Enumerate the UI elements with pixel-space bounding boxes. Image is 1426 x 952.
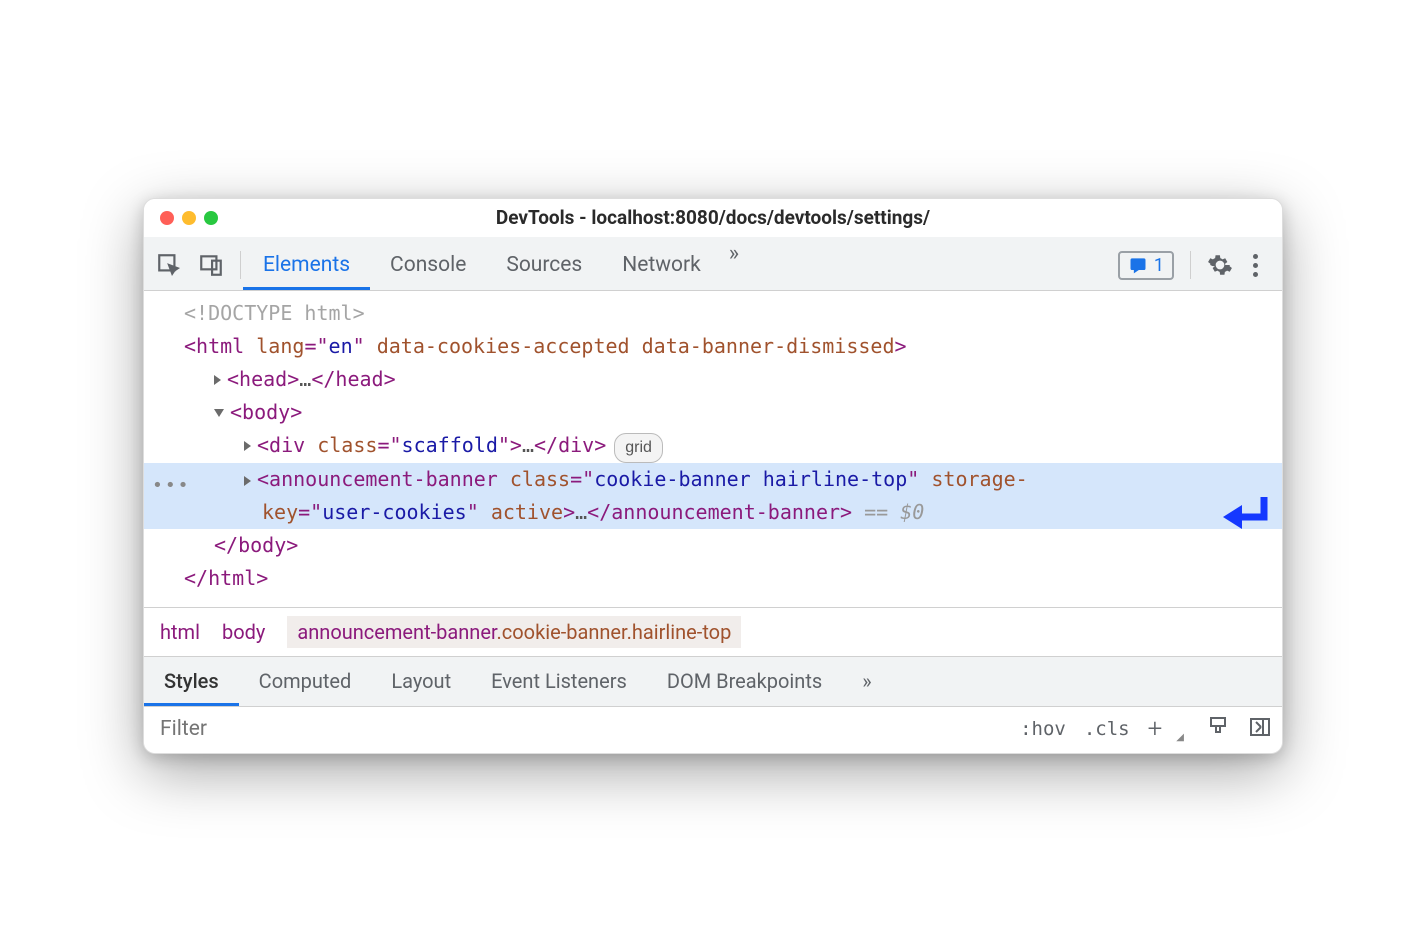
styles-actions: :hov .cls +◢ (1020, 714, 1272, 744)
breadcrumb-body[interactable]: body (222, 620, 265, 644)
maximize-window-button[interactable] (204, 211, 218, 225)
dom-html-open[interactable]: <html lang="en" data-cookies-accepted da… (144, 330, 1282, 363)
dom-body-open[interactable]: <body> (144, 396, 1282, 429)
window-title: DevTools - localhost:8080/docs/devtools/… (496, 206, 930, 229)
computed-panel-toggle-icon[interactable] (1248, 715, 1272, 744)
issues-count: 1 (1154, 255, 1164, 276)
toolbar-right: 1 (1118, 251, 1270, 280)
dom-div-scaffold[interactable]: <div class="scaffold">…</div>grid (144, 429, 1282, 463)
toggle-cls-button[interactable]: .cls (1084, 718, 1130, 740)
close-window-button[interactable] (160, 211, 174, 225)
titlebar: DevTools - localhost:8080/docs/devtools/… (144, 199, 1282, 237)
settings-gear-icon[interactable] (1207, 252, 1233, 278)
inspect-element-icon[interactable] (156, 252, 182, 278)
tab-layout[interactable]: Layout (371, 657, 471, 706)
more-tabs-icon[interactable]: » (721, 241, 747, 290)
gutter-dots-icon[interactable]: ••• (152, 471, 191, 501)
tab-event-listeners[interactable]: Event Listeners (471, 657, 647, 706)
kebab-menu-icon[interactable] (1247, 254, 1264, 277)
toolbar-left (156, 252, 238, 278)
collapse-arrow-icon[interactable] (214, 409, 224, 417)
main-toolbar: Elements Console Sources Network » 1 (144, 237, 1282, 291)
breadcrumb: html body announcement-banner.cookie-ban… (144, 607, 1282, 656)
sidebar-tabs: Styles Computed Layout Event Listeners D… (144, 656, 1282, 706)
devtools-window: DevTools - localhost:8080/docs/devtools/… (143, 198, 1283, 754)
new-style-rule-icon[interactable]: + (1148, 714, 1163, 744)
dom-body-close[interactable]: </body> (144, 529, 1282, 562)
dom-html-close[interactable]: </html> (144, 562, 1282, 595)
tab-computed[interactable]: Computed (239, 657, 372, 706)
dom-doctype[interactable]: <!DOCTYPE html> (144, 297, 1282, 330)
paintbrush-icon[interactable] (1206, 715, 1230, 744)
traffic-lights (160, 211, 218, 225)
styles-filter-input[interactable] (154, 713, 1020, 745)
tab-network[interactable]: Network (602, 241, 721, 290)
styles-toolbar: :hov .cls +◢ (144, 706, 1282, 753)
panel-tabs: Elements Console Sources Network » (243, 241, 1118, 290)
tab-sources[interactable]: Sources (486, 241, 602, 290)
dom-tree-panel[interactable]: <!DOCTYPE html> <html lang="en" data-coo… (144, 291, 1282, 607)
toolbar-divider (240, 251, 241, 279)
expand-arrow-icon[interactable] (214, 375, 221, 385)
tab-dom-breakpoints[interactable]: DOM Breakpoints (647, 657, 842, 706)
breadcrumb-html[interactable]: html (160, 620, 200, 644)
device-toolbar-icon[interactable] (198, 252, 224, 278)
tab-elements[interactable]: Elements (243, 241, 370, 290)
expand-arrow-icon[interactable] (244, 476, 251, 486)
expand-arrow-icon[interactable] (244, 441, 251, 451)
breadcrumb-selected[interactable]: announcement-banner.cookie-banner.hairli… (287, 616, 741, 648)
tab-console[interactable]: Console (370, 241, 486, 290)
dom-head[interactable]: <head>…</head> (144, 363, 1282, 396)
toggle-hov-button[interactable]: :hov (1020, 718, 1066, 740)
toolbar-divider-2 (1190, 251, 1191, 279)
minimize-window-button[interactable] (182, 211, 196, 225)
dom-selected-node[interactable]: ••• <announcement-banner class="cookie-b… (144, 463, 1282, 529)
issues-badge[interactable]: 1 (1118, 251, 1174, 280)
more-sidebar-tabs-icon[interactable]: » (842, 657, 891, 706)
tab-styles[interactable]: Styles (144, 657, 239, 706)
grid-badge[interactable]: grid (614, 433, 663, 463)
